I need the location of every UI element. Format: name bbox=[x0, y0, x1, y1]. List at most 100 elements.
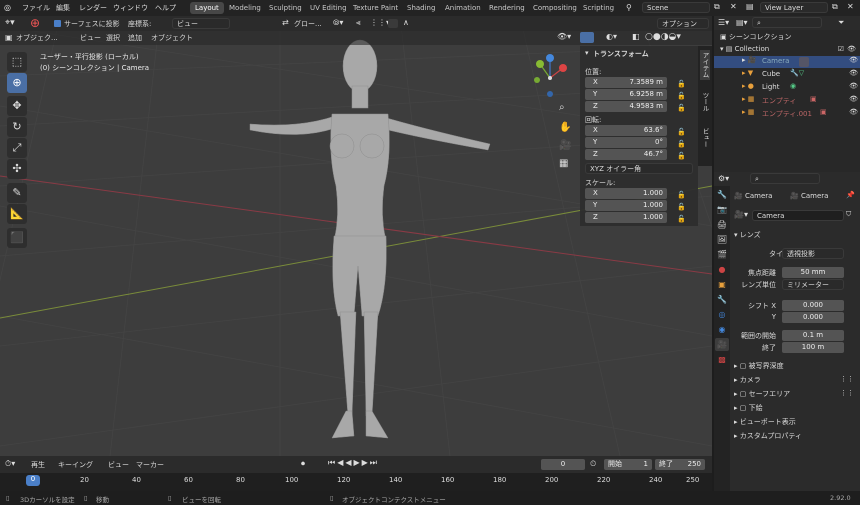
blender-logo-icon[interactable]: ◎ bbox=[4, 3, 11, 12]
dof-checkbox[interactable]: ▢ bbox=[740, 362, 749, 370]
ortho-grid-icon[interactable]: ▦ bbox=[559, 158, 568, 169]
record-icon[interactable]: ⏺ bbox=[301, 459, 305, 469]
playback-controls-icon[interactable]: ⏮◀◀▶▶⏭ bbox=[328, 458, 379, 468]
scale-x[interactable]: X 1.000 bbox=[585, 188, 667, 199]
scene-selector[interactable]: Scene bbox=[642, 2, 710, 13]
texture-tab-icon[interactable]: ▩ bbox=[715, 353, 729, 366]
safe-area-checkbox[interactable]: ▢ bbox=[740, 390, 749, 398]
zoom-icon[interactable]: ⌕ bbox=[559, 102, 565, 113]
copy-layer-icon[interactable]: ⧉ bbox=[832, 2, 838, 12]
shift-y-field[interactable]: 0.000 bbox=[782, 312, 844, 323]
pin-icon[interactable]: 📌 bbox=[846, 191, 855, 199]
outliner-item-cube[interactable]: ▸ ▼ Cube 🔧▽ 👁 bbox=[714, 69, 860, 81]
transform-tool-icon[interactable]: ✣ bbox=[7, 159, 27, 179]
rotation-x[interactable]: X 63.6° bbox=[585, 125, 667, 136]
light-eye-icon[interactable]: 👁 bbox=[849, 82, 858, 90]
workspace-tab-sculpting[interactable]: Sculpting bbox=[264, 2, 307, 14]
outliner-item-empty-001[interactable]: ▸ ▦ エンプティ.001 ▣ 👁 bbox=[714, 108, 860, 120]
playhead[interactable]: 0 bbox=[26, 475, 40, 486]
camera-eye-icon[interactable]: 👁 bbox=[849, 56, 858, 64]
transform-orientation-icon[interactable]: ⇄ bbox=[282, 18, 289, 27]
pivot-select[interactable]: グロー... bbox=[294, 19, 322, 29]
location-z[interactable]: Z 4.9583 m bbox=[585, 101, 667, 112]
safe-area-section[interactable]: ▸ ▢ セーフエリア ⋮⋮ bbox=[734, 389, 858, 399]
rotation-lock-icons[interactable]: 🔓 🔓 🔓 bbox=[677, 126, 686, 162]
gizmo-toggle[interactable] bbox=[580, 32, 594, 43]
shift-x-field[interactable]: 0.000 bbox=[782, 300, 844, 311]
modifier-tab-icon[interactable]: 🔧 bbox=[715, 293, 729, 306]
workspace-tab-layout[interactable]: Layout bbox=[190, 2, 224, 14]
render-tab-icon[interactable]: 📷 bbox=[715, 203, 729, 216]
viewport-display-section[interactable]: ▸ ビューポート表示 bbox=[734, 417, 858, 427]
pan-hand-icon[interactable]: ✋ bbox=[559, 122, 571, 133]
panel-collapse-icon[interactable]: ▾ bbox=[585, 49, 589, 57]
view-layer-tab-icon[interactable]: 🖼 bbox=[715, 233, 729, 246]
tab-view[interactable]: ビュー bbox=[700, 128, 710, 148]
workspace-tab-rendering[interactable]: Rendering bbox=[484, 2, 530, 14]
lens-section-header[interactable]: ▾ レンズ bbox=[734, 230, 761, 240]
scale-y[interactable]: Y 1.000 bbox=[585, 200, 667, 211]
outliner-item-camera[interactable]: ▸ 🎥 Camera 👁 bbox=[714, 56, 860, 68]
output-tab-icon[interactable]: 🖨 bbox=[715, 218, 729, 231]
custom-props-section[interactable]: ▸ カスタムプロパティ bbox=[734, 431, 858, 441]
menu-object[interactable]: オブジェクト bbox=[151, 33, 193, 43]
timeline-menu-view[interactable]: ビュー bbox=[108, 460, 129, 470]
snap-grid-icon[interactable]: ⋮⋮▾ bbox=[370, 18, 390, 27]
particles-tab-icon[interactable]: ◎ bbox=[715, 308, 729, 321]
rotation-y[interactable]: Y 0° bbox=[585, 137, 667, 148]
cube-eye-icon[interactable]: 👁 bbox=[849, 69, 858, 77]
snap-icon[interactable]: ⦾▾ bbox=[333, 18, 343, 28]
measure-tool-icon[interactable]: 📐 bbox=[7, 204, 27, 224]
rotation-z[interactable]: Z 46.7° bbox=[585, 149, 667, 160]
menu-window[interactable]: ウィンドウ bbox=[113, 3, 148, 13]
editor-type-icon[interactable]: ⌖▾ bbox=[5, 18, 15, 28]
datablock-type-icon[interactable]: 🎥▾ bbox=[734, 210, 748, 219]
xray-icon[interactable]: ◧ bbox=[632, 32, 640, 41]
timeline-editor-icon[interactable]: ⏱▾ bbox=[5, 459, 15, 469]
filter-icon[interactable]: ⏷ bbox=[838, 18, 844, 28]
shading-modes-icon[interactable]: ○●◑◒▾ bbox=[645, 32, 681, 42]
rotate-tool-icon[interactable]: ↻ bbox=[7, 117, 27, 137]
camera-section[interactable]: ▸ カメラ ⋮⋮ bbox=[734, 375, 858, 385]
display-mode-icon[interactable]: ▤▾ bbox=[736, 18, 748, 27]
mode-select[interactable]: オブジェク... bbox=[16, 33, 58, 43]
outliner-item-light[interactable]: ▸ ● Light ◉ 👁 bbox=[714, 82, 860, 94]
timeline-ruler[interactable]: 0 20 40 60 80 100 120 140 160 180 200 22… bbox=[0, 473, 712, 491]
empty-eye-icon[interactable]: 👁 bbox=[849, 95, 858, 103]
cursor-tool-icon[interactable]: ⊕ bbox=[7, 73, 27, 93]
timeline-menu-keying[interactable]: キーイング bbox=[58, 460, 93, 470]
location-y[interactable]: Y 6.9258 m bbox=[585, 89, 667, 100]
workspace-tab-compositing[interactable]: Compositing bbox=[528, 2, 582, 14]
add-cube-tool-icon[interactable]: ⬛ bbox=[7, 228, 27, 248]
physics-tab-icon[interactable]: ◉ bbox=[715, 323, 729, 336]
outliner-item-empty[interactable]: ▸ ▦ エンプティ ▣ 👁 bbox=[714, 95, 860, 107]
delete-scene-icon[interactable]: ✕ bbox=[730, 2, 737, 11]
current-frame-field[interactable]: 0 bbox=[541, 459, 585, 470]
drag-handle-icon[interactable]: ⋮⋮ bbox=[840, 389, 854, 397]
copy-scene-icon[interactable]: ⧉ bbox=[714, 2, 720, 12]
background-images-section[interactable]: ▸ ▢ 下絵 bbox=[734, 403, 858, 413]
location-lock-icons[interactable]: 🔓 🔓 🔓 bbox=[677, 78, 686, 114]
tab-tool[interactable]: ツール bbox=[700, 92, 710, 112]
snap-checkbox[interactable] bbox=[54, 20, 61, 27]
lens-unit-select[interactable]: ミリメーター bbox=[782, 279, 844, 290]
tab-item[interactable]: アイテム bbox=[700, 50, 710, 80]
dof-section[interactable]: ▸ ▢ 被写界深度 bbox=[734, 361, 858, 371]
fake-user-icon[interactable]: ⛉ bbox=[846, 210, 851, 219]
outliner-editor-icon[interactable]: ☰▾ bbox=[718, 18, 729, 27]
visibility-icon[interactable]: 👁▾ bbox=[557, 32, 571, 41]
collection-checkbox[interactable]: ☑ bbox=[838, 45, 844, 53]
timeline-menu-marker[interactable]: マーカー bbox=[136, 460, 164, 470]
workspace-tab-texture[interactable]: Texture Paint bbox=[348, 2, 403, 14]
outliner-collection-row[interactable]: ▾ ▤ Collection ☑ 👁 bbox=[720, 45, 858, 53]
menu-add[interactable]: 追加 bbox=[128, 33, 142, 43]
properties-editor-icon[interactable]: ⚙▾ bbox=[718, 174, 729, 183]
context-object[interactable]: 🎥 Camera bbox=[734, 192, 772, 200]
coord-select[interactable]: ビュー bbox=[172, 18, 230, 29]
scene-tab-icon[interactable]: 🎬 bbox=[715, 248, 729, 261]
menu-select[interactable]: 選択 bbox=[106, 33, 120, 43]
object-tab-icon[interactable]: ▣ bbox=[715, 278, 729, 291]
properties-search-field[interactable]: ⌕ bbox=[750, 173, 820, 184]
scale-z[interactable]: Z 1.000 bbox=[585, 212, 667, 223]
menu-render[interactable]: レンダー bbox=[79, 3, 107, 13]
